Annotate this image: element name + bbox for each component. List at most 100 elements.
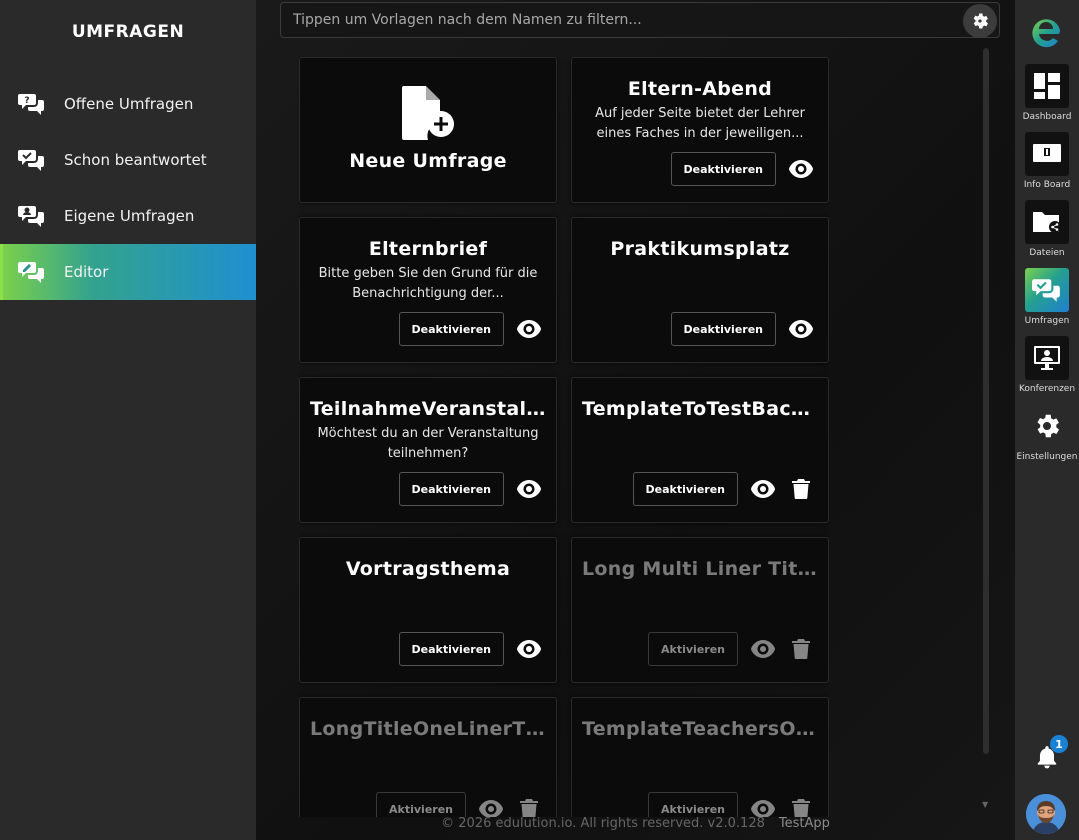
copyright-text: © 2026 edulution.io. All rights reserved… (441, 816, 765, 831)
eye-icon (517, 640, 541, 658)
card-title: TemplateTeachersOnly (582, 718, 818, 740)
template-card[interactable]: Elternbrief Bitte geben Sie den Grund fü… (299, 217, 557, 363)
sidebar-item-eigene-umfragen[interactable]: Eigene Umfragen (0, 188, 256, 244)
eye-icon (789, 320, 813, 338)
edulution-logo-icon[interactable] (1029, 14, 1065, 50)
footer: © 2026 edulution.io. All rights reserved… (256, 816, 1015, 831)
card-description (588, 264, 812, 304)
template-card[interactable]: Vortragsthema Deaktivieren (299, 537, 557, 683)
conference-icon (1034, 346, 1060, 370)
user-avatar-icon (1026, 794, 1066, 834)
preview-button[interactable] (788, 156, 814, 182)
card-actions: Deaktivieren (670, 152, 814, 186)
toggle-active-button[interactable]: Deaktivieren (398, 632, 504, 666)
toggle-active-button[interactable]: Aktivieren (648, 792, 738, 817)
template-card[interactable]: Praktikumsplatz Deaktivieren (571, 217, 829, 363)
preview-button[interactable] (516, 636, 542, 662)
app-link[interactable]: TestApp (779, 816, 830, 831)
sidebar-item-label: Eigene Umfragen (64, 207, 195, 225)
card-actions: Aktivieren (648, 792, 814, 817)
check-chat-icon (18, 146, 46, 174)
toggle-active-button[interactable]: Aktivieren (648, 632, 738, 666)
toggle-active-button[interactable]: Deaktivieren (398, 312, 504, 346)
notification-badge: 1 (1050, 735, 1068, 753)
trash-icon (792, 799, 810, 817)
template-card[interactable]: TeilnahmeVeranstalt... Möchtest du an de… (299, 377, 557, 523)
toggle-active-button[interactable]: Deaktivieren (670, 312, 776, 346)
avatar[interactable] (1026, 794, 1066, 834)
preview-button[interactable] (750, 476, 776, 502)
rail-item-einstellungen[interactable]: Einstellungen (1015, 404, 1079, 462)
preview-button[interactable] (478, 796, 504, 817)
sidebar-item-editor[interactable]: Editor (0, 244, 256, 300)
gear-icon (1037, 414, 1059, 438)
sidebar: UMFRAGEN ? Offene Umfragen Schon beantwo… (0, 0, 256, 840)
filter-settings-button[interactable] (963, 4, 997, 38)
toggle-active-button[interactable]: Deaktivieren (632, 472, 738, 506)
preview-button[interactable] (516, 476, 542, 502)
card-description: Bitte geben Sie den Grund für die Benach… (318, 266, 538, 301)
card-actions: Deaktivieren (398, 632, 542, 666)
sidebar-item-schon-beantwortet[interactable]: Schon beantwortet (0, 132, 256, 188)
template-card[interactable]: Long Multi Liner Title... Aktivieren (571, 537, 829, 683)
template-card[interactable]: TemplateTeachersOnly Aktivieren (571, 697, 829, 817)
card-title: Neue Umfrage (349, 150, 507, 172)
sidebar-item-offene-umfragen[interactable]: ? Offene Umfragen (0, 76, 256, 132)
new-survey-card[interactable]: Neue Umfrage (299, 57, 557, 203)
card-title: TemplateToTestBack... (582, 398, 818, 420)
card-description (316, 744, 540, 784)
toggle-active-button[interactable]: Deaktivieren (670, 152, 776, 186)
delete-button[interactable] (788, 476, 814, 502)
card-actions: Deaktivieren (670, 312, 814, 346)
delete-button[interactable] (516, 796, 542, 817)
card-actions: Deaktivieren (398, 472, 542, 506)
toggle-active-button[interactable]: Deaktivieren (398, 472, 504, 506)
eye-icon (479, 800, 503, 817)
card-description (316, 584, 540, 624)
eye-icon (751, 480, 775, 498)
folder-share-icon (1033, 212, 1061, 233)
sidebar-item-label: Schon beantwortet (64, 151, 207, 169)
rail-label: Konferenzen (1018, 384, 1076, 394)
trash-icon (792, 479, 810, 499)
scroll-down-icon[interactable]: ▼ (982, 800, 988, 809)
filter-bar (280, 2, 1000, 38)
sidebar-item-label: Offene Umfragen (64, 95, 194, 113)
rail-item-info-board[interactable]: Info Board (1015, 132, 1079, 190)
preview-button[interactable] (516, 316, 542, 342)
sidebar-title: UMFRAGEN (71, 22, 185, 42)
rail-label: Umfragen (1024, 316, 1070, 326)
question-chat-icon: ? (18, 90, 46, 118)
eye-icon (517, 320, 541, 338)
new-file-icon (402, 86, 454, 140)
template-card[interactable]: Eltern-Abend Auf jeder Seite bietet der … (571, 57, 829, 203)
preview-button[interactable] (750, 796, 776, 817)
rail-item-umfragen[interactable]: Umfragen (1015, 268, 1079, 326)
preview-button[interactable] (750, 636, 776, 662)
scrollbar[interactable] (983, 48, 989, 754)
sidebar-item-label: Editor (64, 263, 109, 281)
rail-item-dashboard[interactable]: Dashboard (1015, 64, 1079, 122)
rail-item-konferenzen[interactable]: Konferenzen (1015, 336, 1079, 394)
card-title: Long Multi Liner Title... (582, 558, 818, 580)
card-description (588, 584, 812, 624)
rail-label: Info Board (1023, 180, 1071, 190)
rail-item-dateien[interactable]: Dateien (1015, 200, 1079, 258)
card-title: Vortragsthema (345, 558, 511, 580)
delete-button[interactable] (788, 796, 814, 817)
gear-icon (973, 13, 988, 29)
card-description: Auf jeder Seite bietet der Lehrer eines … (595, 106, 805, 141)
app-rail: Dashboard Info Board Dateien Umfragen Ko… (1015, 0, 1079, 840)
delete-button[interactable] (788, 636, 814, 662)
eye-icon (789, 160, 813, 178)
template-card[interactable]: LongTitleOneLinerTh... Aktivieren (299, 697, 557, 817)
card-description (588, 744, 812, 784)
filter-input[interactable] (281, 3, 961, 37)
card-description: Möchtest du an der Veranstaltung teilneh… (317, 426, 539, 461)
template-card[interactable]: TemplateToTestBack... Deaktivieren (571, 377, 829, 523)
card-title: Praktikumsplatz (610, 238, 790, 260)
preview-button[interactable] (788, 316, 814, 342)
card-title: LongTitleOneLinerTh... (310, 718, 546, 740)
user-chat-icon (18, 202, 46, 230)
toggle-active-button[interactable]: Aktivieren (376, 792, 466, 817)
